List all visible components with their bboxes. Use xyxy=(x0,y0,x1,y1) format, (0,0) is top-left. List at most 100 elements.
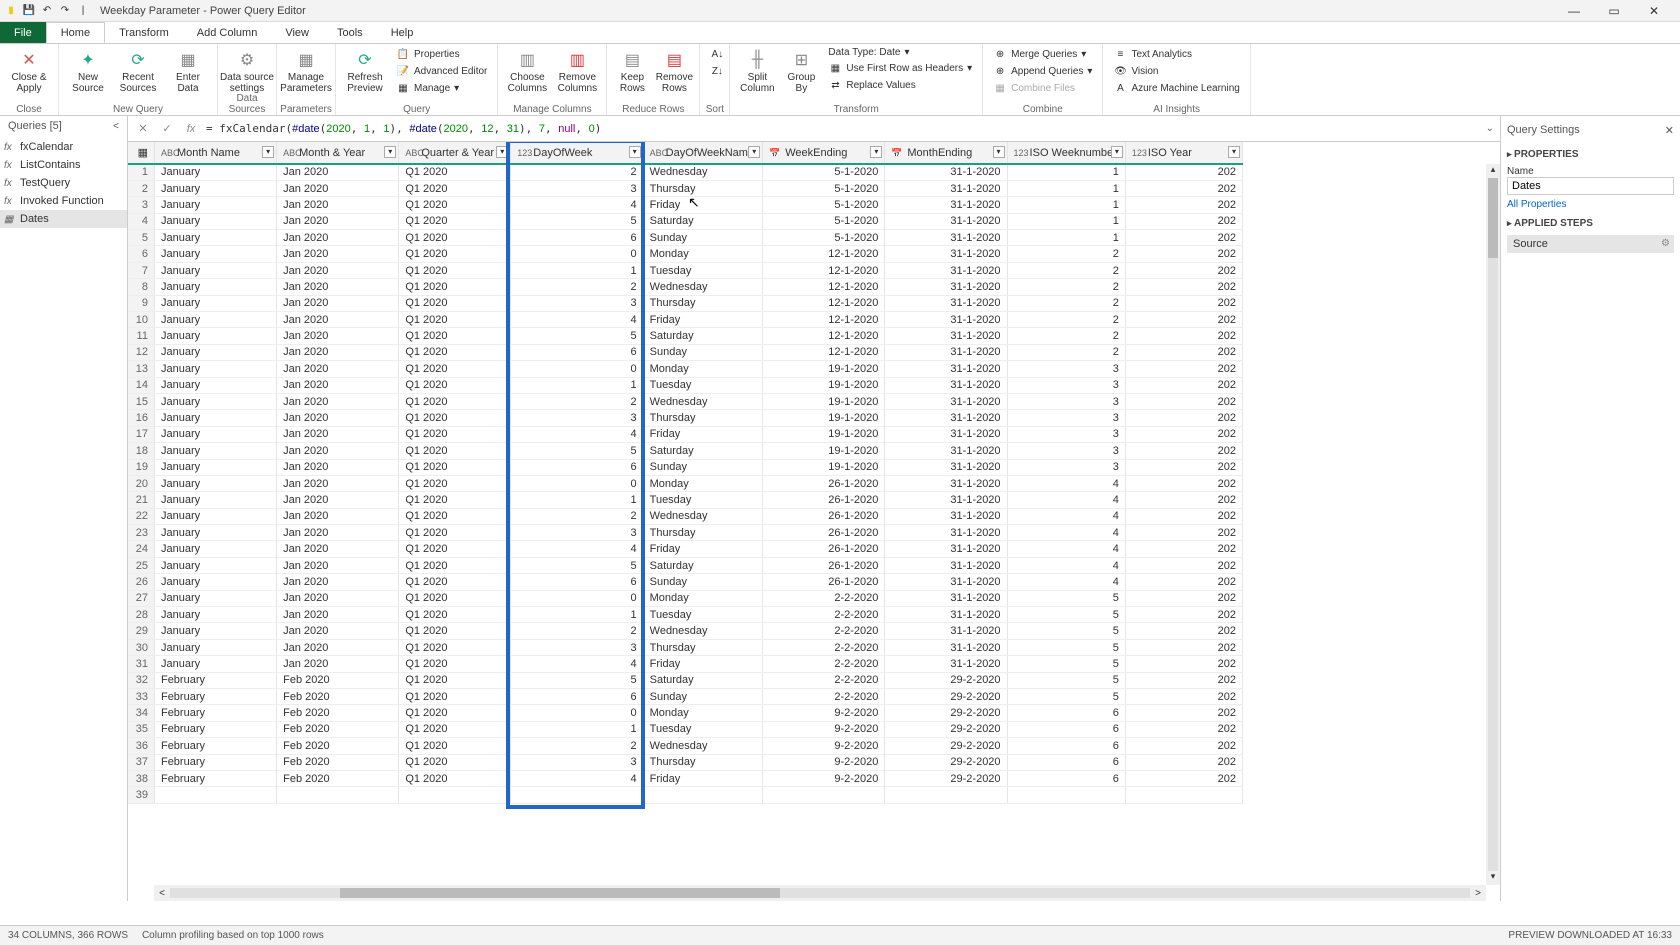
cell[interactable]: Jan 2020 xyxy=(277,361,399,377)
cell[interactable]: 26-1-2020 xyxy=(763,525,885,541)
cell[interactable]: 5-1-2020 xyxy=(763,164,885,180)
column-filter-icon[interactable]: ▾ xyxy=(629,146,641,158)
cell[interactable]: 12-1-2020 xyxy=(763,295,885,311)
cell[interactable]: Q1 2020 xyxy=(399,410,511,426)
cell[interactable]: Q1 2020 xyxy=(399,344,511,360)
cell[interactable]: Monday xyxy=(643,246,763,262)
column-type-icon[interactable]: 📅 xyxy=(769,148,783,159)
cell[interactable]: 5 xyxy=(1007,607,1125,623)
row-number[interactable]: 30 xyxy=(128,639,154,655)
cell[interactable]: 31-1-2020 xyxy=(885,279,1007,295)
cell[interactable]: 202 xyxy=(1125,590,1242,606)
row-number[interactable]: 21 xyxy=(128,492,154,508)
vscroll-track[interactable] xyxy=(1488,178,1498,871)
data-type-button[interactable]: Data Type: Date ▾ xyxy=(824,46,976,59)
cell[interactable]: 4 xyxy=(1007,492,1125,508)
cell[interactable]: January xyxy=(154,541,276,557)
cell[interactable]: Thursday xyxy=(643,525,763,541)
cell[interactable]: Jan 2020 xyxy=(277,607,399,623)
table-row[interactable]: 3JanuaryJan 2020Q1 20204Friday5-1-202031… xyxy=(128,197,1243,213)
cell[interactable]: 2 xyxy=(1007,279,1125,295)
cell[interactable]: 3 xyxy=(511,754,643,770)
cell[interactable]: February xyxy=(154,705,276,721)
cell[interactable]: Jan 2020 xyxy=(277,557,399,573)
row-number[interactable]: 25 xyxy=(128,557,154,573)
cell[interactable]: 4 xyxy=(511,541,643,557)
cell[interactable]: Jan 2020 xyxy=(277,213,399,229)
cell[interactable]: 26-1-2020 xyxy=(763,492,885,508)
cell[interactable]: 6 xyxy=(511,230,643,246)
cell[interactable]: Friday xyxy=(643,197,763,213)
cell[interactable]: January xyxy=(154,607,276,623)
new-source-button[interactable]: ✦New Source xyxy=(65,46,111,101)
row-number[interactable]: 32 xyxy=(128,672,154,688)
cell[interactable]: Jan 2020 xyxy=(277,295,399,311)
table-row[interactable]: 7JanuaryJan 2020Q1 20201Tuesday12-1-2020… xyxy=(128,262,1243,278)
column-header-month-name[interactable]: ABCMonth Name▾ xyxy=(154,142,276,164)
save-icon[interactable]: 💾 xyxy=(22,4,36,18)
vscroll-thumb[interactable] xyxy=(1488,178,1498,258)
cell[interactable]: 5 xyxy=(511,328,643,344)
cell[interactable]: 19-1-2020 xyxy=(763,410,885,426)
cell[interactable]: 31-1-2020 xyxy=(885,492,1007,508)
column-filter-icon[interactable]: ▾ xyxy=(384,146,396,158)
row-number[interactable]: 20 xyxy=(128,475,154,491)
cell[interactable]: 31-1-2020 xyxy=(885,508,1007,524)
cell[interactable]: Friday xyxy=(643,312,763,328)
formula-input[interactable]: = fxCalendar(#date(2020, 1, 1), #date(20… xyxy=(206,122,1480,135)
cell[interactable]: 31-1-2020 xyxy=(885,361,1007,377)
cell[interactable]: 1 xyxy=(1007,213,1125,229)
collapse-queries-icon[interactable]: < xyxy=(113,121,119,132)
cell[interactable]: January xyxy=(154,508,276,524)
row-number[interactable]: 37 xyxy=(128,754,154,770)
cell[interactable]: Thursday xyxy=(643,295,763,311)
cell[interactable]: Q1 2020 xyxy=(399,672,511,688)
cell[interactable]: 31-1-2020 xyxy=(885,541,1007,557)
cell[interactable]: Jan 2020 xyxy=(277,246,399,262)
column-type-icon[interactable]: 📅 xyxy=(891,148,905,159)
cell[interactable]: 31-1-2020 xyxy=(885,459,1007,475)
cell[interactable]: Jan 2020 xyxy=(277,639,399,655)
row-number[interactable]: 34 xyxy=(128,705,154,721)
cell[interactable]: 31-1-2020 xyxy=(885,164,1007,180)
cell[interactable]: 5 xyxy=(1007,623,1125,639)
cell[interactable]: 5 xyxy=(1007,639,1125,655)
cell[interactable]: 31-1-2020 xyxy=(885,426,1007,442)
cell[interactable]: 2-2-2020 xyxy=(763,639,885,655)
cell[interactable]: Q1 2020 xyxy=(399,607,511,623)
table-row[interactable]: 34FebruaryFeb 2020Q1 20200Monday9-2-2020… xyxy=(128,705,1243,721)
cell[interactable]: Jan 2020 xyxy=(277,328,399,344)
cell[interactable]: 4 xyxy=(1007,475,1125,491)
cell[interactable]: 202 xyxy=(1125,689,1242,705)
cell[interactable]: 202 xyxy=(1125,180,1242,196)
cell[interactable]: 4 xyxy=(511,426,643,442)
refresh-preview-button[interactable]: ⟳Refresh Preview xyxy=(342,46,388,101)
cell[interactable]: Tuesday xyxy=(643,492,763,508)
cell[interactable]: 202 xyxy=(1125,361,1242,377)
cell[interactable]: Wednesday xyxy=(643,508,763,524)
cell[interactable]: 5 xyxy=(511,672,643,688)
row-number[interactable]: 9 xyxy=(128,295,154,311)
cell[interactable]: Q1 2020 xyxy=(399,721,511,737)
cell[interactable]: 3 xyxy=(1007,443,1125,459)
row-number[interactable]: 15 xyxy=(128,393,154,409)
cell[interactable]: Tuesday xyxy=(643,721,763,737)
cell[interactable]: 12-1-2020 xyxy=(763,262,885,278)
row-number[interactable]: 26 xyxy=(128,574,154,590)
cell[interactable]: 5 xyxy=(1007,672,1125,688)
cell[interactable]: Jan 2020 xyxy=(277,426,399,442)
cell[interactable]: 9-2-2020 xyxy=(763,770,885,786)
cell[interactable]: 202 xyxy=(1125,459,1242,475)
cell[interactable]: 12-1-2020 xyxy=(763,246,885,262)
row-number[interactable]: 36 xyxy=(128,738,154,754)
table-row[interactable]: 11JanuaryJan 2020Q1 20205Saturday12-1-20… xyxy=(128,328,1243,344)
cell[interactable]: 1 xyxy=(511,492,643,508)
table-row[interactable]: 31JanuaryJan 2020Q1 20204Friday2-2-20203… xyxy=(128,656,1243,672)
row-number[interactable]: 3 xyxy=(128,197,154,213)
table-row[interactable]: 20JanuaryJan 2020Q1 20200Monday26-1-2020… xyxy=(128,475,1243,491)
cell[interactable]: 31-1-2020 xyxy=(885,328,1007,344)
cell[interactable]: 31-1-2020 xyxy=(885,443,1007,459)
cell[interactable]: Jan 2020 xyxy=(277,525,399,541)
cell[interactable]: January xyxy=(154,525,276,541)
cell[interactable]: Friday xyxy=(643,541,763,557)
